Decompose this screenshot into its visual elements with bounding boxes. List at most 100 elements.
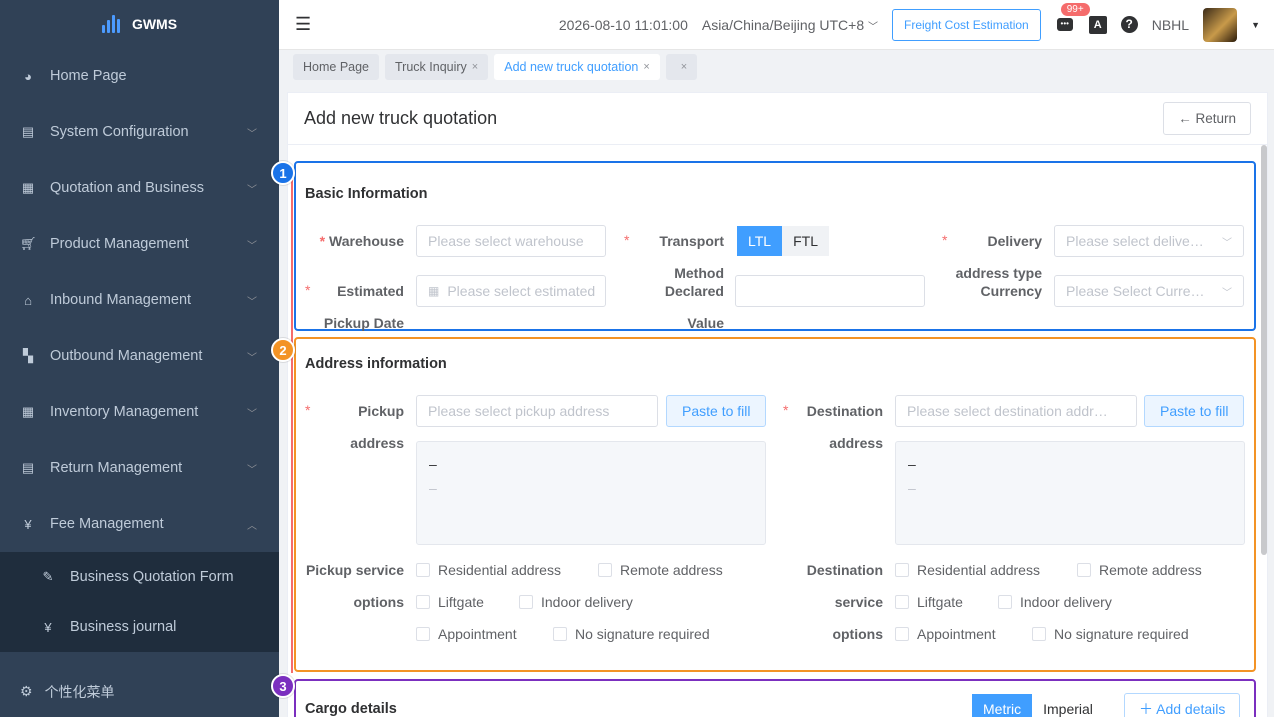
checkbox-icon: [895, 563, 909, 577]
ftl-option[interactable]: FTL: [782, 226, 829, 256]
imperial-option[interactable]: Imperial: [1032, 694, 1104, 717]
sidebar-item-business-quotation-form[interactable]: ✎ Business Quotation Form: [0, 552, 279, 602]
tab-label: Add new truck quotation: [504, 60, 639, 74]
pickup-appointment-checkbox[interactable]: Appointment: [416, 626, 517, 642]
checkbox-icon: [519, 595, 533, 609]
destination-appointment-checkbox[interactable]: Appointment: [895, 626, 996, 642]
sidebar-item-inbound[interactable]: ⌂ Inbound Management ﹀: [0, 272, 279, 328]
logo[interactable]: GWMS: [0, 0, 279, 48]
checkbox-label: Residential address: [438, 562, 561, 578]
destination-address-select[interactable]: Please select destination addr…: [895, 395, 1137, 427]
sidebar-item-label: Home Page: [50, 68, 127, 84]
sidebar-item-outbound[interactable]: ▚ Outbound Management ﹀: [0, 328, 279, 384]
return-button[interactable]: ← Return: [1163, 102, 1251, 135]
freight-cost-estimation-button[interactable]: Freight Cost Estimation: [892, 8, 1041, 41]
tab-home-page[interactable]: Home Page: [293, 54, 380, 80]
delivery-address-type-select[interactable]: Please select delive… ﹀: [1054, 225, 1244, 257]
translate-icon[interactable]: A: [1088, 15, 1107, 34]
destination-remote-checkbox[interactable]: Remote address: [1077, 562, 1202, 578]
preview-line-1: –: [429, 456, 437, 472]
checkbox-label: Remote address: [1099, 562, 1202, 578]
tab-untitled[interactable]: ×: [665, 54, 698, 80]
datetime: 2026-08-10 11:01:00: [558, 16, 688, 33]
sidebar-item-label: Inventory Management: [50, 404, 199, 420]
transport-method-toggle: LTL FTL: [737, 226, 829, 256]
close-icon[interactable]: ×: [643, 61, 649, 73]
pickup-date-placeholder: Please select estimated: [447, 283, 596, 299]
sidebar-item-inventory[interactable]: ▦ Inventory Management ﹀: [0, 384, 279, 440]
checkbox-label: Indoor delivery: [1020, 594, 1112, 610]
chevron-down-icon: ﹀: [868, 21, 878, 33]
page-title: Add new truck quotation: [304, 108, 498, 128]
sidebar-item-fee[interactable]: ¥ Fee Management ︿: [0, 496, 279, 552]
message-button[interactable]: ••• 99+: [1055, 2, 1090, 35]
pickup-residential-checkbox[interactable]: Residential address: [416, 562, 561, 578]
pickup-date-picker[interactable]: ▦ Please select estimated: [416, 275, 606, 307]
tab-truck-inquiry[interactable]: Truck Inquiry ×: [385, 54, 489, 80]
checkbox-label: Residential address: [917, 562, 1040, 578]
preview-line-2: –: [429, 480, 437, 496]
chevron-down-icon: ﹀: [247, 296, 257, 308]
avatar[interactable]: [1203, 7, 1238, 42]
app-root: GWMS ◕ Home Page ▤ System Configuration ﹀ ▦…: [0, 0, 1274, 717]
pickup-liftgate-checkbox[interactable]: Liftgate: [416, 594, 484, 610]
tab-label: Home Page: [303, 60, 370, 74]
user-name[interactable]: NBHL: [1152, 17, 1189, 33]
required-mark: *: [624, 232, 630, 248]
sidebar-item-label: Product Management: [50, 236, 189, 252]
timezone-select[interactable]: Asia/China/Beijing UTC+8 ﹀: [702, 17, 878, 33]
close-icon[interactable]: ×: [472, 61, 478, 73]
custom-menu-item[interactable]: ⚙ 个性化菜单: [0, 666, 279, 717]
pickup-address-select[interactable]: Please select pickup address: [416, 395, 658, 427]
checkbox-label: No signature required: [1054, 626, 1189, 642]
yen-icon: ¥: [44, 619, 52, 635]
cart-icon: 🛒︎: [20, 236, 37, 251]
warehouse-select[interactable]: Please select warehouse: [416, 225, 606, 257]
pickup-paste-button[interactable]: Paste to fill: [666, 395, 767, 427]
declared-label: Declared: [664, 283, 724, 299]
chevron-down-icon: ﹀: [247, 240, 257, 252]
sidebar-item-business-journal[interactable]: ¥ Business journal: [0, 602, 279, 652]
required-mark: *: [319, 233, 326, 249]
currency-label: Currency: [980, 283, 1042, 299]
close-icon[interactable]: ×: [681, 61, 687, 73]
tags-view: Home Page Truck Inquiry × Add new truck q…: [279, 50, 1274, 84]
checkbox-label: Appointment: [438, 626, 517, 642]
destination-paste-button[interactable]: Paste to fill: [1144, 395, 1245, 427]
pickup-indoor-checkbox[interactable]: Indoor delivery: [519, 594, 633, 610]
sidebar-item-label: Business Quotation Form: [70, 569, 234, 585]
chevron-down-icon: ﹀: [247, 352, 257, 364]
dashboard-icon: ◕: [24, 68, 32, 84]
menu-toggle-icon[interactable]: ☰: [295, 14, 315, 35]
destination-indoor-checkbox[interactable]: Indoor delivery: [998, 594, 1112, 610]
sidebar-item-quotation[interactable]: ▦ Quotation and Business ﹀: [0, 160, 279, 216]
sidebar-item-product[interactable]: 🛒︎ Product Management ﹀: [0, 216, 279, 272]
currency-select[interactable]: Please Select Curre… ﹀: [1054, 275, 1244, 307]
pickup-address-preview: – –: [416, 441, 766, 545]
grid-icon: ▚: [23, 348, 33, 363]
metric-option[interactable]: Metric: [972, 694, 1033, 717]
scrollbar[interactable]: [1261, 145, 1267, 555]
destination-liftgate-checkbox[interactable]: Liftgate: [895, 594, 963, 610]
destination-residential-checkbox[interactable]: Residential address: [895, 562, 1040, 578]
destination-no-signature-checkbox[interactable]: No signature required: [1032, 626, 1189, 642]
section-title: Basic Information: [305, 186, 428, 202]
add-details-button[interactable]: ＋ Add details: [1124, 693, 1241, 717]
checkbox-label: Liftgate: [438, 594, 484, 610]
pickup-address-label: Pickup: [358, 403, 404, 419]
gear-icon: ⚙: [20, 683, 33, 699]
help-icon[interactable]: ?: [1120, 16, 1138, 33]
checkbox-label: Appointment: [917, 626, 996, 642]
sidebar-item-system-configuration[interactable]: ▤ System Configuration ﹀: [0, 104, 279, 160]
timezone-label: Asia/China/Beijing UTC+8: [701, 16, 865, 33]
sidebar-item-home[interactable]: ◕ Home Page: [0, 48, 279, 104]
pickup-no-signature-checkbox[interactable]: No signature required: [553, 626, 710, 642]
declared-value-input[interactable]: [735, 275, 925, 307]
caret-down-icon[interactable]: ▼: [1251, 20, 1260, 30]
ltl-option[interactable]: LTL: [737, 226, 783, 256]
sidebar-item-label: Return Management: [50, 460, 183, 476]
sidebar-item-return[interactable]: ▤ Return Management ﹀: [0, 440, 279, 496]
transport-label-2: Method: [674, 265, 724, 281]
tab-add-new-truck-quotation[interactable]: Add new truck quotation ×: [494, 54, 660, 80]
pickup-remote-checkbox[interactable]: Remote address: [598, 562, 723, 578]
